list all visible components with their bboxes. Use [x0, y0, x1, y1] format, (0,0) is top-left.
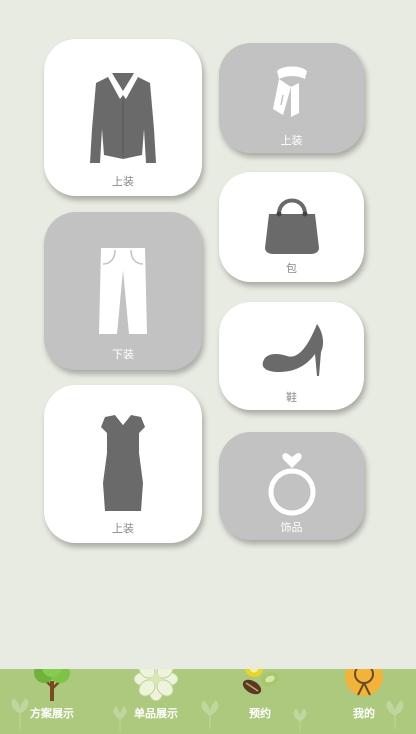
- tile-scarf[interactable]: 上装: [219, 43, 364, 153]
- tile-dress[interactable]: 上装: [44, 385, 202, 543]
- nav-item-scheme[interactable]: 方案展示: [0, 669, 104, 734]
- tree-icon: [32, 669, 72, 705]
- tile-handbag[interactable]: 包: [219, 172, 364, 282]
- seeds-icon: [238, 669, 282, 705]
- nav-label: 预约: [249, 707, 271, 720]
- tile-jacket[interactable]: 上装: [44, 39, 202, 196]
- nav-label: 单品展示: [134, 707, 178, 720]
- tile-label: 饰品: [280, 521, 303, 534]
- scarf-icon: [272, 66, 307, 117]
- tile-label: 上装: [112, 175, 134, 188]
- bottom-nav-bar: 方案展示 单品展示 预约 我的: [0, 669, 416, 734]
- trousers-icon: [99, 248, 147, 334]
- nav-item-products[interactable]: 单品展示: [104, 669, 208, 734]
- dress-icon: [101, 415, 145, 511]
- straw-hat-icon: [342, 669, 386, 705]
- tile-label: 上装: [280, 134, 303, 147]
- high-heel-icon: [262, 324, 323, 376]
- tile-label: 鞋: [286, 391, 297, 404]
- jacket-icon: [90, 73, 156, 163]
- tile-label: 下装: [112, 348, 134, 361]
- tile-label: 上装: [112, 522, 134, 535]
- flower-icon: [133, 669, 179, 705]
- nav-item-booking[interactable]: 预约: [208, 669, 312, 734]
- handbag-icon: [264, 198, 319, 254]
- nav-label: 我的: [353, 707, 375, 720]
- tile-ring[interactable]: 饰品: [219, 432, 364, 540]
- tile-trousers[interactable]: 下装: [44, 212, 202, 370]
- ring-icon: [268, 453, 315, 516]
- tile-high-heel[interactable]: 鞋: [219, 302, 364, 410]
- tile-label: 包: [286, 262, 297, 275]
- nav-item-mine[interactable]: 我的: [312, 669, 416, 734]
- nav-label: 方案展示: [30, 707, 74, 720]
